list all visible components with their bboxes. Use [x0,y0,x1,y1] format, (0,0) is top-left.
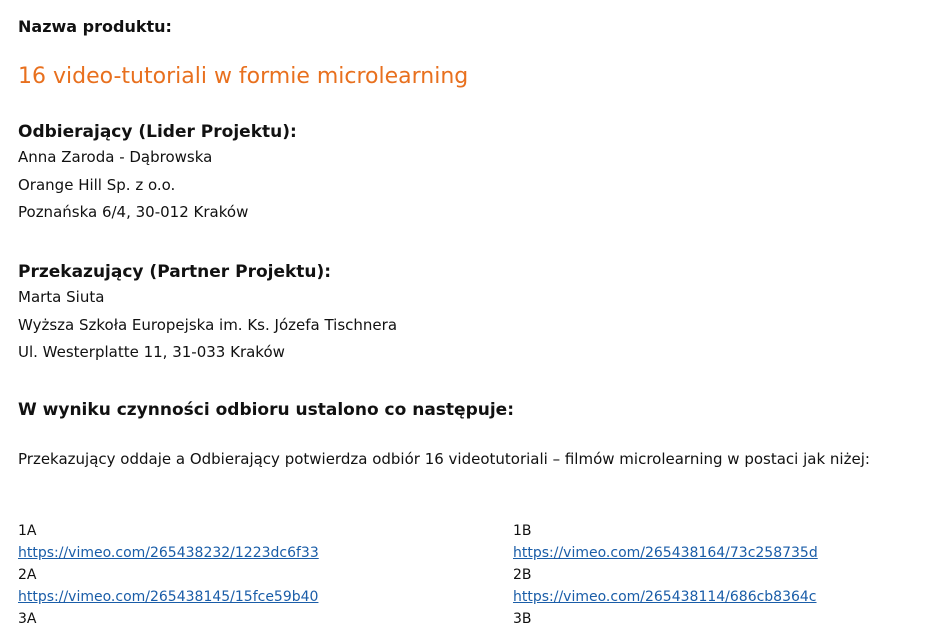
product-name: 16 video-tutoriali w formie microlearnin… [18,64,469,89]
receiver-section: Odbierający (Lider Projektu): Anna Zarod… [18,120,297,227]
receiver-line: Anna Zaroda - Dąbrowska [18,148,213,166]
product-label: Nazwa produktu: [18,17,172,36]
transferor-section: Przekazujący (Partner Projektu): Marta S… [18,260,397,367]
receiver-line: Orange Hill Sp. z o.o. [18,175,176,194]
transferor-heading: Przekazujący (Partner Projektu): [18,262,332,282]
video-code: 2A [18,567,37,583]
video-link[interactable]: https://vimeo.com/265438232/1223dc6f33 [18,542,319,564]
video-column-left: 1A https://vimeo.com/265438232/1223dc6f3… [18,520,319,630]
video-code: 2B [513,567,532,583]
video-link[interactable]: https://vimeo.com/265438145/15fce59b40 [18,586,319,608]
receiver-heading: Odbierający (Lider Projektu): [18,122,297,142]
transferor-line: Ul. Westerplatte 11, 31-033 Kraków [18,343,285,361]
video-code: 1B [513,523,532,539]
result-heading: W wyniku czynności odbioru ustalono co n… [18,400,514,420]
video-link[interactable]: https://vimeo.com/265438164/73c258735d [513,542,818,564]
result-paragraph: Przekazujący oddaje a Odbierający potwie… [18,450,870,468]
video-column-right: 1B https://vimeo.com/265438164/73c258735… [513,520,818,630]
transferor-line: Marta Siuta [18,288,105,306]
transferor-line: Wyższa Szkoła Europejska im. Ks. Józefa … [18,315,398,334]
video-code: 1A [18,523,37,539]
video-link[interactable]: https://vimeo.com/265438114/686cb8364c [513,586,818,608]
document-page: Nazwa produktu: 16 video-tutoriali w for… [18,0,902,630]
receiver-line: Poznańska 6/4, 30-012 Kraków [18,203,249,221]
